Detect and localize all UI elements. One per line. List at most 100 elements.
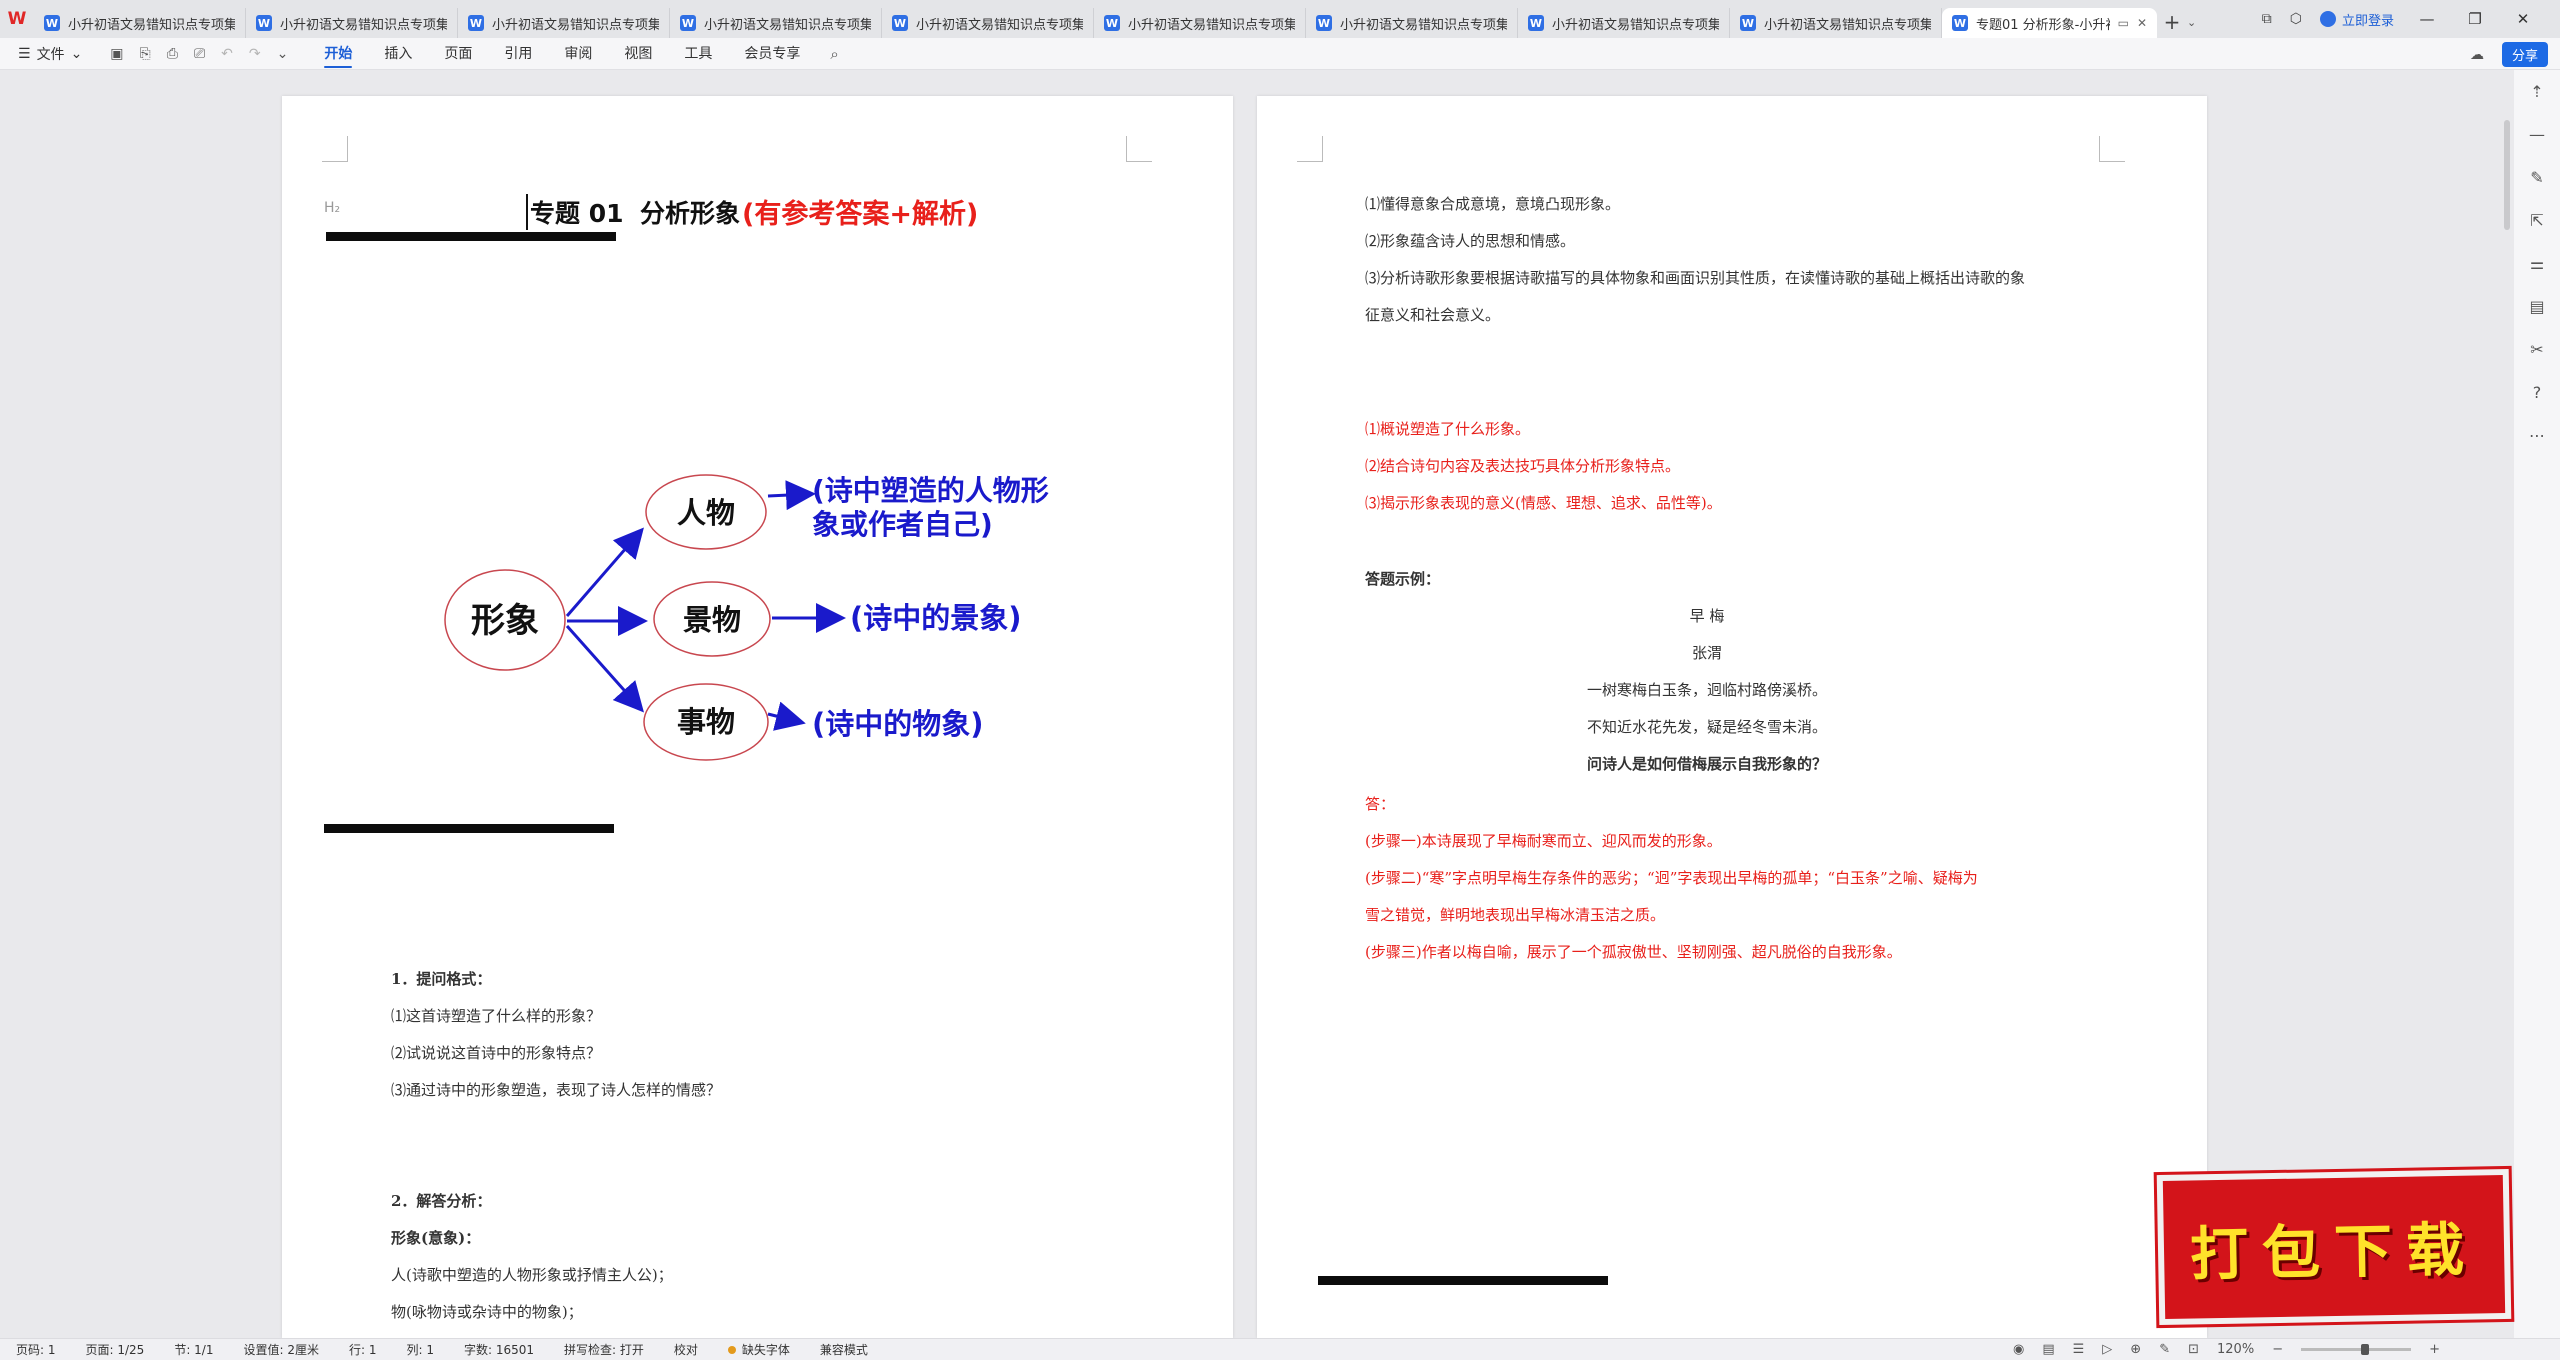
close-tab-icon[interactable]: ✕ — [2137, 16, 2147, 30]
close-window-icon[interactable]: ✕ — [2508, 10, 2538, 28]
menu-home[interactable]: 开始 — [324, 38, 353, 70]
login-button[interactable]: 立即登录 — [2319, 10, 2394, 29]
image-icon[interactable]: ▤ — [2529, 297, 2544, 316]
status-proofread[interactable]: 校对 — [658, 1341, 712, 1358]
tab-label: 小升初语文易错知识点专项集训 — [1128, 17, 1295, 33]
poem-title: 早 梅 — [1689, 607, 1725, 625]
menu-page[interactable]: 页面 — [444, 38, 472, 70]
tab-active-doc[interactable]: W 专题01 分析形象-小升初 ▭ ✕ — [1942, 8, 2157, 38]
eye-icon[interactable]: ◉ — [2013, 1342, 2024, 1357]
status-spellcheck[interactable]: 拼写检查: 打开 — [548, 1341, 658, 1358]
save-icon[interactable]: ▣ — [110, 46, 123, 62]
cloud-sync-icon[interactable]: ☁ — [2470, 47, 2484, 63]
menu-review[interactable]: 审阅 — [564, 38, 592, 70]
tab-doc-8[interactable]: W 小升初语文易错知识点专项集训 — [1518, 8, 1730, 38]
vertical-scrollbar[interactable] — [2500, 70, 2514, 1338]
chevron-down-icon: ⌄ — [70, 45, 83, 62]
file-menu-button[interactable]: ☰ 文件 ⌄ — [0, 44, 94, 64]
document-page-2[interactable]: ⑴懂得意象合成意境，意境凸现形象。 ⑵形象蕴含诗人的思想和情感。 ⑶分析诗歌形象… — [1257, 96, 2207, 1338]
word-doc-icon: W — [1740, 15, 1756, 31]
search-icon[interactable]: ⌕ — [830, 45, 838, 63]
pen-icon[interactable]: ✎ — [2530, 168, 2543, 187]
page-view-icon[interactable]: ▤ — [2042, 1342, 2054, 1357]
section2-item: 物(咏物诗或杂诗中的物象)； — [391, 1303, 583, 1321]
status-page-number[interactable]: 页码: 1 — [0, 1341, 70, 1358]
tab-doc-6[interactable]: W 小升初语文易错知识点专项集训 — [1094, 8, 1306, 38]
redo-icon[interactable]: ↷ — [249, 46, 261, 62]
more-icon[interactable]: ⋯ — [2529, 426, 2545, 445]
tab-doc-7[interactable]: W 小升初语文易错知识点专项集训 — [1306, 8, 1518, 38]
play-icon[interactable]: ▷ — [2102, 1342, 2112, 1357]
print-icon[interactable]: ⎙ — [167, 46, 178, 62]
tab-list-chevron-icon[interactable]: ⌄ — [2187, 16, 2205, 29]
outline-view-icon[interactable]: ☰ — [2073, 1342, 2085, 1357]
more-chevron-icon[interactable]: ⌄ — [277, 46, 289, 62]
menu-reference[interactable]: 引用 — [504, 38, 532, 70]
wps-logo-icon[interactable]: W — [0, 0, 34, 38]
tab-label: 小升初语文易错知识点专项集训 — [492, 17, 659, 33]
pen-icon[interactable]: ✎ — [2159, 1342, 2170, 1357]
status-missing-font[interactable]: 缺失字体 — [712, 1341, 804, 1358]
help-icon[interactable]: ? — [2533, 383, 2542, 402]
zoom-out-icon[interactable]: − — [2272, 1342, 2283, 1357]
point-item: ⑶分析诗歌形象要根据诗歌描写的具体物象和画面识别其性质，在读懂诗歌的基础上概括出… — [1365, 269, 2026, 287]
menu-view[interactable]: 视图 — [624, 38, 652, 70]
tab-doc-9[interactable]: W 小升初语文易错知识点专项集训 — [1730, 8, 1942, 38]
cube-icon[interactable]: ⬡ — [2290, 11, 2302, 27]
select-cursor-icon[interactable]: ⇱ — [2530, 211, 2543, 230]
export-icon[interactable]: ⎘ — [140, 46, 151, 62]
document-page-1[interactable]: H₂ 专题 01 分析形象 (有参考答案+解析) 形象 人物 景物 事物 (诗中… — [282, 96, 1233, 1338]
collapse-icon[interactable]: ⇡ — [2530, 82, 2543, 101]
poem-line: 不知近水花先发，疑是经冬雪未消。 — [1586, 718, 1827, 736]
web-view-icon[interactable]: ⊕ — [2130, 1342, 2141, 1357]
answer-label: 答： — [1365, 795, 1396, 813]
zoom-in-icon[interactable]: + — [2429, 1342, 2440, 1357]
right-sidebar: ⇡ — ✎ ⇱ ⚌ ▤ ✂ ? ⋯ — [2514, 70, 2560, 1338]
monitor-icon[interactable]: ▭ — [2118, 16, 2129, 30]
quick-access-toolbar: ▣ ⎘ ⎙ ⎚ ↶ ↷ ⌄ — [94, 46, 304, 62]
warning-dot-icon — [727, 1345, 736, 1354]
tools-icon[interactable]: ✂ — [2530, 340, 2543, 359]
print-preview-icon[interactable]: ⎚ — [194, 46, 205, 62]
tab-doc-1[interactable]: W 小升初语文易错知识点专项集训 — [34, 8, 246, 38]
menu-tools[interactable]: 工具 — [684, 38, 712, 70]
scrollbar-thumb[interactable] — [2504, 120, 2510, 230]
tab-bar: W W 小升初语文易错知识点专项集训 W 小升初语文易错知识点专项集训 W 小升初语文… — [0, 0, 2560, 38]
answer-line: (步骤二)“寒”字点明早梅生存条件的恶劣；“迥”字表现出早梅的孤单；“白玉条”之… — [1365, 869, 1978, 887]
minimize-icon[interactable]: — — [2412, 10, 2442, 28]
status-pages[interactable]: 页面: 1/25 — [70, 1341, 159, 1358]
answer-line: (步骤三)作者以梅自喻，展示了一个孤寂傲世、坚韧刚强、超凡脱俗的自我形象。 — [1365, 943, 1902, 961]
menu-member[interactable]: 会员专享 — [744, 38, 800, 70]
undo-icon[interactable]: ↶ — [221, 46, 233, 62]
tab-label: 专题01 分析形象-小升初 — [1976, 17, 2110, 33]
tab-doc-2[interactable]: W 小升初语文易错知识点专项集训 — [246, 8, 458, 38]
status-col: 列: 1 — [406, 1343, 434, 1357]
zoom-level[interactable]: 120% — [2217, 1342, 2254, 1357]
fit-page-icon[interactable]: ⊡ — [2188, 1342, 2199, 1357]
menu-insert[interactable]: 插入 — [384, 38, 412, 70]
missing-font-label: 缺失字体 — [741, 1343, 790, 1357]
restore-window-icon[interactable]: ⧉ — [2262, 11, 2272, 27]
word-doc-icon: W — [1528, 15, 1544, 31]
zoom-slider[interactable] — [2301, 1344, 2412, 1355]
status-setting: 设置值: 2厘米 — [243, 1343, 319, 1357]
page2-body: ⑴懂得意象合成意境，意境凸现形象。 ⑵形象蕴含诗人的思想和情感。 ⑶分析诗歌形象… — [1257, 96, 2207, 1338]
new-tab-button[interactable]: + — [2157, 10, 2187, 34]
tab-label: 小升初语文易错知识点专项集训 — [68, 17, 235, 33]
word-doc-icon: W — [680, 15, 696, 31]
tab-doc-4[interactable]: W 小升初语文易错知识点专项集训 — [670, 8, 882, 38]
minus-icon[interactable]: — — [2529, 125, 2545, 144]
status-section: 节: 1/1 — [174, 1343, 214, 1357]
ribbon: ☰ 文件 ⌄ ▣ ⎘ ⎙ ⎚ ↶ ↷ ⌄ 开始 插入 页面 引用 审阅 视图 工… — [0, 38, 2560, 70]
share-button[interactable]: 分享 — [2501, 42, 2548, 67]
maximize-icon[interactable]: ❐ — [2460, 10, 2490, 28]
tab-label: 小升初语文易错知识点专项集训 — [280, 17, 447, 33]
section2-subtitle: 形象(意象)： — [391, 1229, 481, 1247]
download-banner[interactable]: 打包下载 — [2156, 1168, 2512, 1326]
tab-doc-5[interactable]: W 小升初语文易错知识点专项集训 — [882, 8, 1094, 38]
status-word-count[interactable]: 字数: 16501 — [448, 1341, 548, 1358]
step-item: ⑵结合诗句内容及表达技巧具体分析形象特点。 — [1365, 457, 1681, 475]
tab-doc-3[interactable]: W 小升初语文易错知识点专项集训 — [458, 8, 670, 38]
sliders-icon[interactable]: ⚌ — [2530, 254, 2544, 273]
file-menu-label: 文件 — [36, 46, 65, 63]
